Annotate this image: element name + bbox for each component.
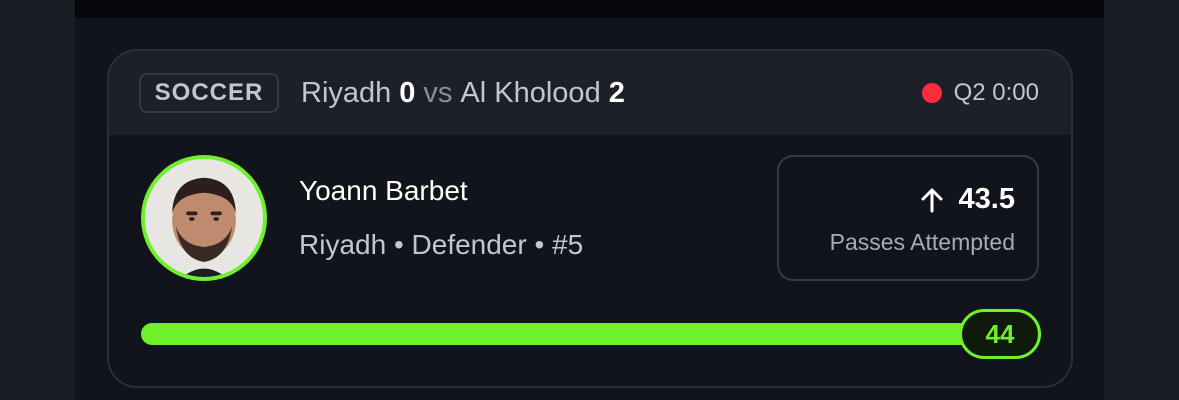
progress-bar (141, 323, 1041, 345)
progress-value-badge: 44 (959, 309, 1041, 359)
game-clock: Q2 0:00 (921, 75, 1039, 111)
sport-badge: SOCCER (139, 73, 279, 113)
vs-label: vs (423, 76, 453, 109)
home-score: 0 (399, 76, 416, 109)
projection-stat: Passes Attempted (829, 229, 1015, 255)
projection-line: 43.5 (919, 183, 1015, 216)
home-team: Riyadh (301, 76, 392, 109)
player-avatar (141, 155, 267, 281)
left-margin (0, 0, 75, 400)
right-margin (1104, 0, 1179, 400)
projection-value: 43.5 (958, 183, 1015, 215)
away-score: 2 (608, 76, 625, 109)
live-dot-icon (921, 83, 942, 103)
period-clock: Q2 0:00 (953, 79, 1039, 106)
player-prop-card[interactable]: SOCCER Riyadh 0 vs Al Kholood 2 Q2 0:00 (107, 49, 1073, 388)
arrow-up-icon (921, 188, 943, 212)
player-name: Yoann Barbet (299, 175, 468, 206)
projection-box[interactable]: 43.5 Passes Attempted (777, 155, 1039, 281)
content-panel: SOCCER Riyadh 0 vs Al Kholood 2 Q2 0:00 (75, 0, 1104, 400)
game-header: SOCCER Riyadh 0 vs Al Kholood 2 Q2 0:00 (109, 51, 1071, 135)
player-avatar-icon (145, 159, 263, 277)
top-strip (75, 0, 1104, 18)
matchup: Riyadh 0 vs Al Kholood 2 (301, 75, 625, 111)
player-meta: Riyadh • Defender • #5 (299, 229, 584, 260)
progress-fill (141, 323, 1041, 345)
away-team: Al Kholood (460, 76, 601, 109)
